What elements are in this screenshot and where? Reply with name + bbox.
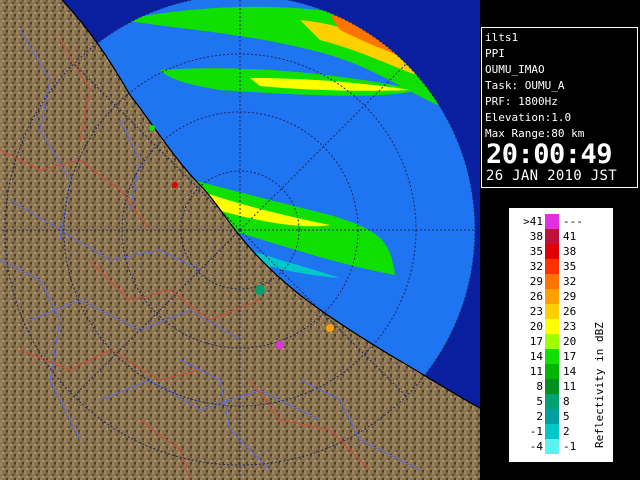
legend-row: 38 41 — [511, 229, 591, 244]
legend-color-swatch — [545, 304, 559, 319]
legend-row: 17 20 — [511, 334, 591, 349]
legend-row: -4 -1 — [511, 439, 591, 454]
legend-row: 14 17 — [511, 349, 591, 364]
legend-row: -1 2 — [511, 424, 591, 439]
legend-lower-bound: 20 — [529, 320, 543, 333]
legend-color-swatch — [545, 214, 559, 229]
legend-row: 25 — [511, 409, 591, 424]
legend-upper-bound: 23 — [563, 320, 577, 333]
legend-upper-bound: 35 — [563, 260, 577, 273]
elevation-label: Elevation:1.0 — [485, 111, 572, 124]
legend-lower-bound: 32 — [529, 260, 543, 273]
legend-row: 58 — [511, 394, 591, 409]
legend-upper-bound: -1 — [563, 440, 577, 453]
legend-upper-bound: 26 — [563, 305, 577, 318]
legend-color-swatch — [545, 424, 559, 439]
scan-date: 26 JAN 2010 JST — [486, 168, 617, 184]
legend-row: 8 11 — [511, 379, 591, 394]
volume-name: OUMU_IMAO — [485, 63, 545, 76]
legend-color-swatch — [545, 349, 559, 364]
legend-lower-bound: 17 — [529, 335, 543, 348]
reflectivity-legend: >41 --- 38 41 35 38 32 35 29 32 26 29 23 26 20 23 17 20 14… — [508, 207, 614, 463]
legend-color-swatch — [545, 439, 559, 454]
legend-upper-bound: 38 — [563, 245, 577, 258]
legend-upper-bound: 41 — [563, 230, 577, 243]
legend-upper-bound: 14 — [563, 365, 577, 378]
legend-row: 26 29 — [511, 289, 591, 304]
legend-color-swatch — [545, 409, 559, 424]
legend-color-swatch — [545, 274, 559, 289]
legend-color-swatch — [545, 334, 559, 349]
legend-upper-bound: 17 — [563, 350, 577, 363]
legend-lower-bound: 26 — [529, 290, 543, 303]
legend-lower-bound: -1 — [529, 425, 543, 438]
legend-color-swatch — [545, 319, 559, 334]
legend-row: 23 26 — [511, 304, 591, 319]
legend-lower-bound: 29 — [529, 275, 543, 288]
radar-display: ilts1 PPI OUMU_IMAO Task: OUMU_A PRF: 18… — [0, 0, 640, 480]
legend-upper-bound: --- — [563, 215, 583, 228]
legend-color-swatch — [545, 364, 559, 379]
legend-upper-bound: 2 — [563, 425, 570, 438]
legend-lower-bound: 38 — [529, 230, 543, 243]
prf-label: PRF: 1800Hz — [485, 95, 558, 108]
legend-color-swatch — [545, 259, 559, 274]
legend-color-swatch — [545, 229, 559, 244]
scan-time: 20:00:49 — [486, 139, 613, 170]
legend-lower-bound: 14 — [529, 350, 543, 363]
task-label: Task: OUMU_A — [485, 79, 565, 92]
legend-lower-bound: 35 — [529, 245, 543, 258]
legend-lower-bound: >41 — [523, 215, 543, 228]
legend-color-swatch — [545, 244, 559, 259]
legend-upper-bound: 8 — [563, 395, 570, 408]
scan-info-panel: ilts1 PPI OUMU_IMAO Task: OUMU_A PRF: 18… — [481, 27, 638, 188]
legend-row: 32 35 — [511, 259, 591, 274]
legend-row: 11 14 — [511, 364, 591, 379]
legend-color-swatch — [545, 394, 559, 409]
legend-lower-bound: 23 — [529, 305, 543, 318]
legend-upper-bound: 5 — [563, 410, 570, 423]
legend-lower-bound: -4 — [529, 440, 543, 453]
legend-upper-bound: 20 — [563, 335, 577, 348]
legend-lower-bound: 2 — [536, 410, 543, 423]
legend-upper-bound: 29 — [563, 290, 577, 303]
legend-upper-bound: 11 — [563, 380, 577, 393]
scan-type: PPI — [485, 47, 505, 60]
legend-lower-bound: 5 — [536, 395, 543, 408]
radar-ppi-map — [0, 0, 480, 480]
legend-lower-bound: 8 — [536, 380, 543, 393]
legend-row: 35 38 — [511, 244, 591, 259]
legend-color-swatch — [545, 379, 559, 394]
site-id: ilts1 — [485, 31, 519, 44]
legend-upper-bound: 32 — [563, 275, 577, 288]
legend-row: 29 32 — [511, 274, 591, 289]
legend-color-swatch — [545, 289, 559, 304]
legend-unit-label: Reflectivity in dBZ — [593, 322, 606, 448]
legend-lower-bound: 11 — [529, 365, 543, 378]
legend-row: 20 23 — [511, 319, 591, 334]
legend-row: >41 --- — [511, 214, 591, 229]
